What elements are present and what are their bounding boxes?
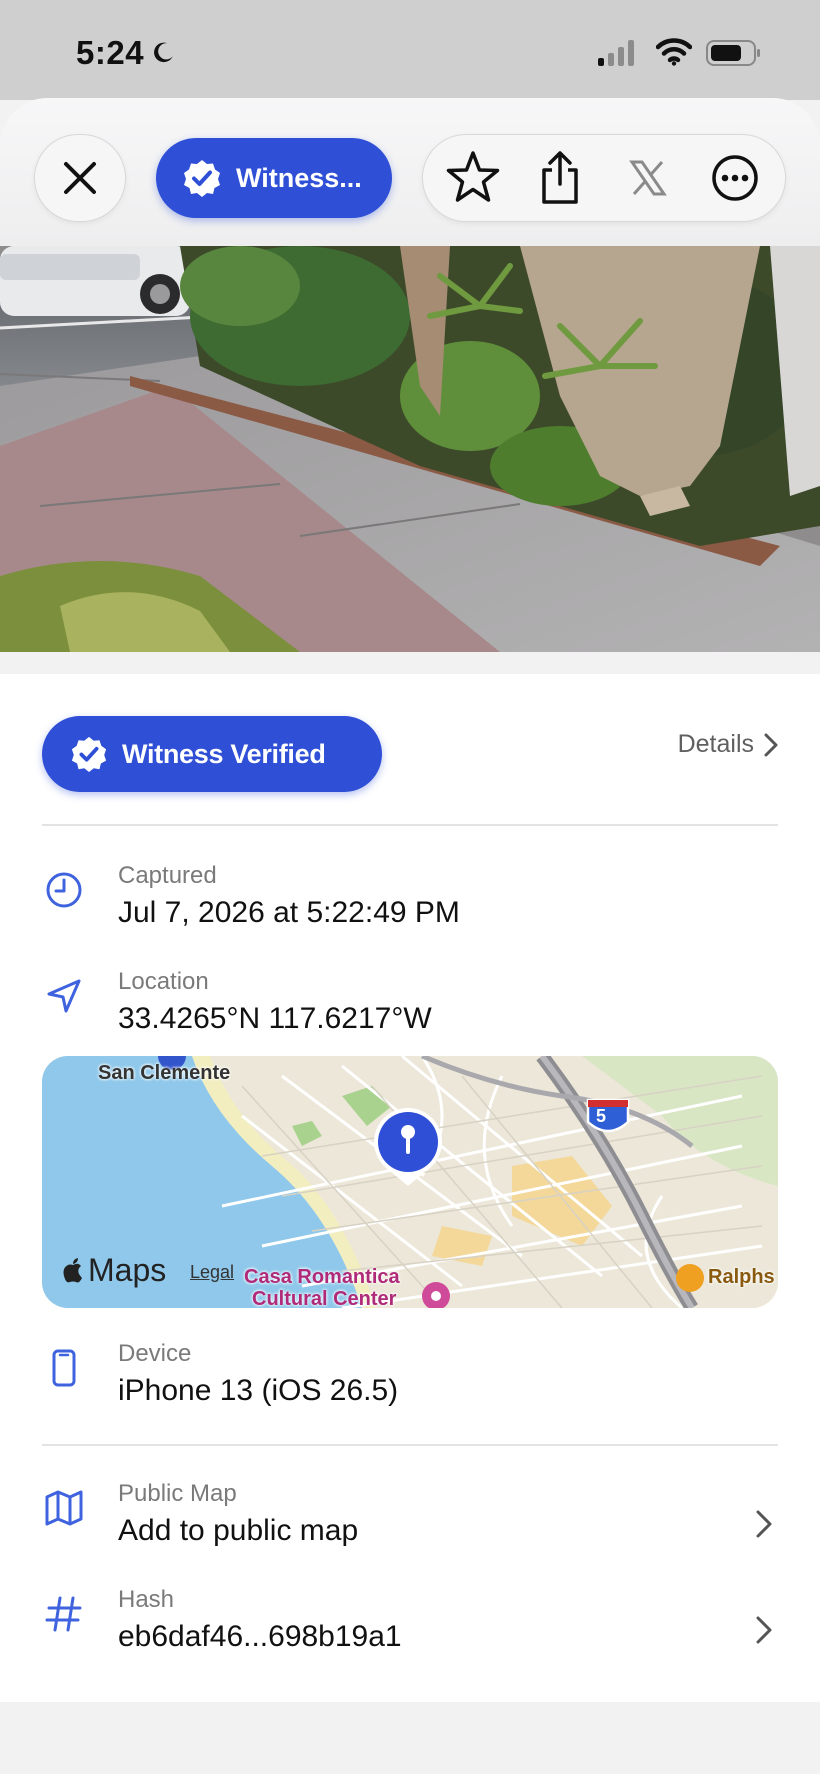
location-arrow-icon [47, 979, 81, 1013]
share-icon [542, 151, 578, 204]
chevron-right-icon [764, 733, 778, 756]
hash-icon [45, 1596, 82, 1632]
public-map-value: Add to public map [118, 1514, 359, 1547]
device-row: Device iPhone 13 (iOS 26.5) [42, 1340, 778, 1420]
details-label: Details [677, 730, 754, 758]
hash-label: Hash [118, 1586, 175, 1613]
verified-check-icon [184, 160, 220, 197]
location-map[interactable]: San Clemente 5 Casa Romantica Cultural C… [42, 1056, 778, 1308]
action-group [422, 134, 786, 222]
apple-logo-icon [63, 1257, 82, 1282]
map-label-san-clemente: San Clemente [98, 1062, 231, 1084]
divider [42, 824, 778, 826]
more-button[interactable] [699, 142, 771, 214]
witness-button-label: Witness... [236, 162, 362, 193]
captured-value: Jul 7, 2026 at 5:22:49 PM [118, 896, 460, 929]
cellular-signal-icon [598, 40, 634, 66]
star-icon [446, 151, 499, 202]
captured-row: Captured Jul 7, 2026 at 5:22:49 PM [42, 862, 778, 942]
maps-brand-text: Maps [88, 1252, 167, 1288]
chevron-right-icon [756, 1616, 772, 1644]
device-value: iPhone 13 (iOS 26.5) [118, 1374, 399, 1407]
location-row: Location 33.4265°N 117.6217°W [42, 968, 778, 1048]
map-icon [45, 1490, 83, 1526]
public-map-row[interactable]: Public Map Add to public map [42, 1480, 778, 1560]
hash-row[interactable]: Hash eb6daf46...698b19a1 [42, 1586, 778, 1666]
sheet-toolbar: Witness... [0, 98, 820, 246]
x-logo-icon [628, 160, 667, 196]
wifi-icon [656, 38, 692, 66]
clock-icon [46, 872, 82, 908]
moon-icon [154, 42, 173, 63]
apple-maps-brand: Maps [62, 1252, 166, 1289]
favorite-button[interactable] [437, 142, 509, 214]
captured-photo [0, 246, 820, 652]
status-bar: 5:24 [0, 0, 820, 100]
witness-button[interactable]: Witness... [156, 138, 392, 218]
status-time: 5:24 [76, 34, 176, 72]
battery-icon [706, 40, 760, 66]
device-label: Device [118, 1340, 192, 1367]
witness-verified-badge[interactable]: Witness Verified [42, 716, 382, 792]
chevron-right-icon [756, 1510, 772, 1538]
map-label-poi-2: Cultural Center [252, 1288, 397, 1308]
map-label-poi-1: Casa Romantica [244, 1266, 400, 1288]
more-icon [712, 155, 758, 201]
public-map-label: Public Map [118, 1480, 237, 1507]
divider [42, 1444, 778, 1446]
witness-verified-label: Witness Verified [122, 738, 326, 769]
map-label-store: Ralphs [708, 1266, 775, 1288]
x-share-button[interactable] [612, 142, 684, 214]
map-label-highway: 5 [596, 1106, 607, 1126]
details-link[interactable]: Details [678, 730, 778, 759]
location-value: 33.4265°N 117.6217°W [118, 1002, 432, 1035]
captured-label: Captured [118, 862, 217, 889]
location-label: Location [118, 968, 209, 995]
close-button[interactable] [34, 134, 126, 222]
verification-card: Witness Verified Details Captured Jul 7,… [0, 674, 820, 1702]
share-button[interactable] [524, 142, 596, 214]
highway-shield [586, 1098, 630, 1133]
verified-check-icon [71, 736, 107, 773]
time-text: 5:24 [76, 34, 145, 71]
witness-sheet: Witness... Witness Verified Details Capt… [0, 98, 820, 1774]
close-icon [64, 162, 96, 194]
phone-icon [52, 1349, 76, 1387]
map-legal-link[interactable]: Legal [190, 1262, 234, 1283]
hash-value: eb6daf46...698b19a1 [118, 1620, 402, 1653]
